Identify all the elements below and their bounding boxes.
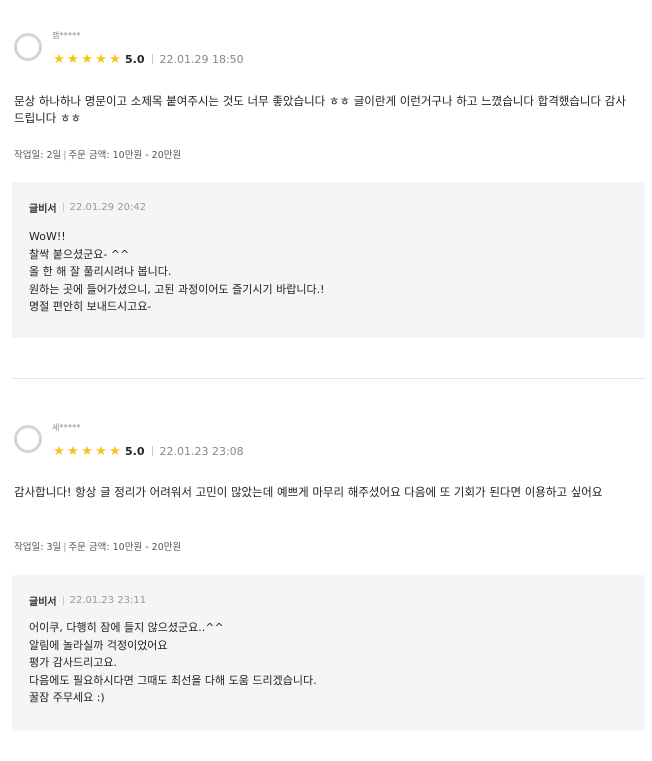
seller-reply: 글비서 22.01.29 20:42 WoW!! 찰싹 붙으셨군요- ^^ 올 …: [12, 182, 645, 338]
order-amount: 주문 금액: 10만원 - 20만원: [68, 150, 182, 161]
review-text: 문상 하나하나 명문이고 소제목 붙여주시는 것도 너무 좋았습니다 ㅎㅎ 글이…: [14, 94, 626, 125]
avatar: [14, 33, 42, 61]
reply-line: 다음에도 필요하시다면 그때도 최선을 다해 도움 드리겠습니다.: [29, 673, 317, 687]
reply-line: 찰싹 붙으셨군요- ^^: [29, 247, 130, 261]
reply-line: 어이쿠, 다행히 잠에 들지 않으셨군요..^^: [29, 621, 224, 634]
rating-row: ★ ★ ★ ★ ★ 5.0 22.01.23 23:08: [52, 443, 244, 459]
reply-line: 올 한 해 잘 풀리시려나 봅니다.: [29, 265, 172, 278]
reviewer-name: 세*****: [52, 423, 81, 432]
star-icon: ★: [81, 443, 93, 459]
reply-line: 평가 감사드리고요.: [29, 656, 117, 669]
star-icon: ★: [95, 51, 107, 67]
reply-date: 22.01.23 23:11: [69, 595, 147, 606]
order-amount: 주문 금액: 10만원 - 20만원: [68, 542, 182, 553]
star-icon: ★: [67, 51, 79, 67]
reply-line: 꿀잠 주무세요 :): [29, 691, 105, 704]
divider-bar: [62, 203, 64, 212]
reply-text: 어이쿠, 다행히 잠에 들지 않으셨군요..^^ 알림에 놀라실까 걱정이었어요…: [29, 619, 629, 707]
star-icon: ★: [95, 443, 107, 459]
star-icon: ★: [109, 443, 121, 459]
reviewer-name: 잼*****: [52, 31, 81, 40]
reply-line: 원하는 곳에 들어가셨으니, 고된 과정이어도 즐기시기 바랍니다.!: [29, 282, 325, 296]
star-icon: ★: [81, 51, 93, 67]
meta-separator: |: [63, 150, 67, 161]
reviews-page: 잼***** ★ ★ ★ ★ ★ 5.0 22.01.29 18:50 문상 하…: [0, 0, 652, 761]
review-date: 22.01.29 18:50: [159, 52, 244, 66]
review-divider: [12, 378, 646, 379]
rating-score: 5.0: [125, 444, 145, 458]
reply-line: 알림에 놀라실까 걱정이었어요: [29, 638, 168, 652]
reply-header: 글비서 22.01.29 20:42: [29, 200, 146, 215]
star-icon: ★: [53, 51, 65, 67]
work-days: 작업일: 2일: [14, 150, 62, 161]
divider-bar: [62, 596, 64, 605]
reply-text: WoW!! 찰싹 붙으셨군요- ^^ 올 한 해 잘 풀리시려나 봅니다. 원하…: [29, 228, 629, 316]
review-date: 22.01.23 23:08: [159, 444, 244, 458]
rating-score: 5.0: [125, 52, 145, 66]
review-text: 감사합니다! 항상 글 정리가 어려워서 고민이 많았는데 예쁘게 마무리 해주…: [14, 485, 603, 499]
star-rating: ★ ★ ★ ★ ★: [52, 53, 122, 66]
star-icon: ★: [67, 443, 79, 459]
rating-row: ★ ★ ★ ★ ★ 5.0 22.01.29 18:50: [52, 51, 244, 67]
seller-reply: 글비서 22.01.23 23:11 어이쿠, 다행히 잠에 들지 않으셨군요.…: [12, 575, 645, 731]
reply-line: WoW!!: [29, 230, 66, 243]
divider-bar: [151, 54, 153, 64]
reply-author: 글비서: [29, 597, 57, 608]
star-rating: ★ ★ ★ ★ ★: [52, 445, 122, 458]
reply-date: 22.01.29 20:42: [69, 202, 147, 213]
order-meta: 작업일: 3일 | 주문 금액: 10만원 - 20만원: [14, 539, 181, 553]
reply-author: 글비서: [29, 204, 57, 215]
reply-line: 명절 편안히 보내드시고요-: [29, 300, 152, 313]
order-meta: 작업일: 2일 | 주문 금액: 10만원 - 20만원: [14, 147, 181, 161]
avatar: [14, 425, 42, 453]
divider-bar: [151, 446, 153, 456]
reply-header: 글비서 22.01.23 23:11: [29, 593, 146, 608]
star-icon: ★: [53, 443, 65, 459]
star-icon: ★: [109, 51, 121, 67]
work-days: 작업일: 3일: [14, 542, 62, 553]
meta-separator: |: [63, 542, 67, 553]
